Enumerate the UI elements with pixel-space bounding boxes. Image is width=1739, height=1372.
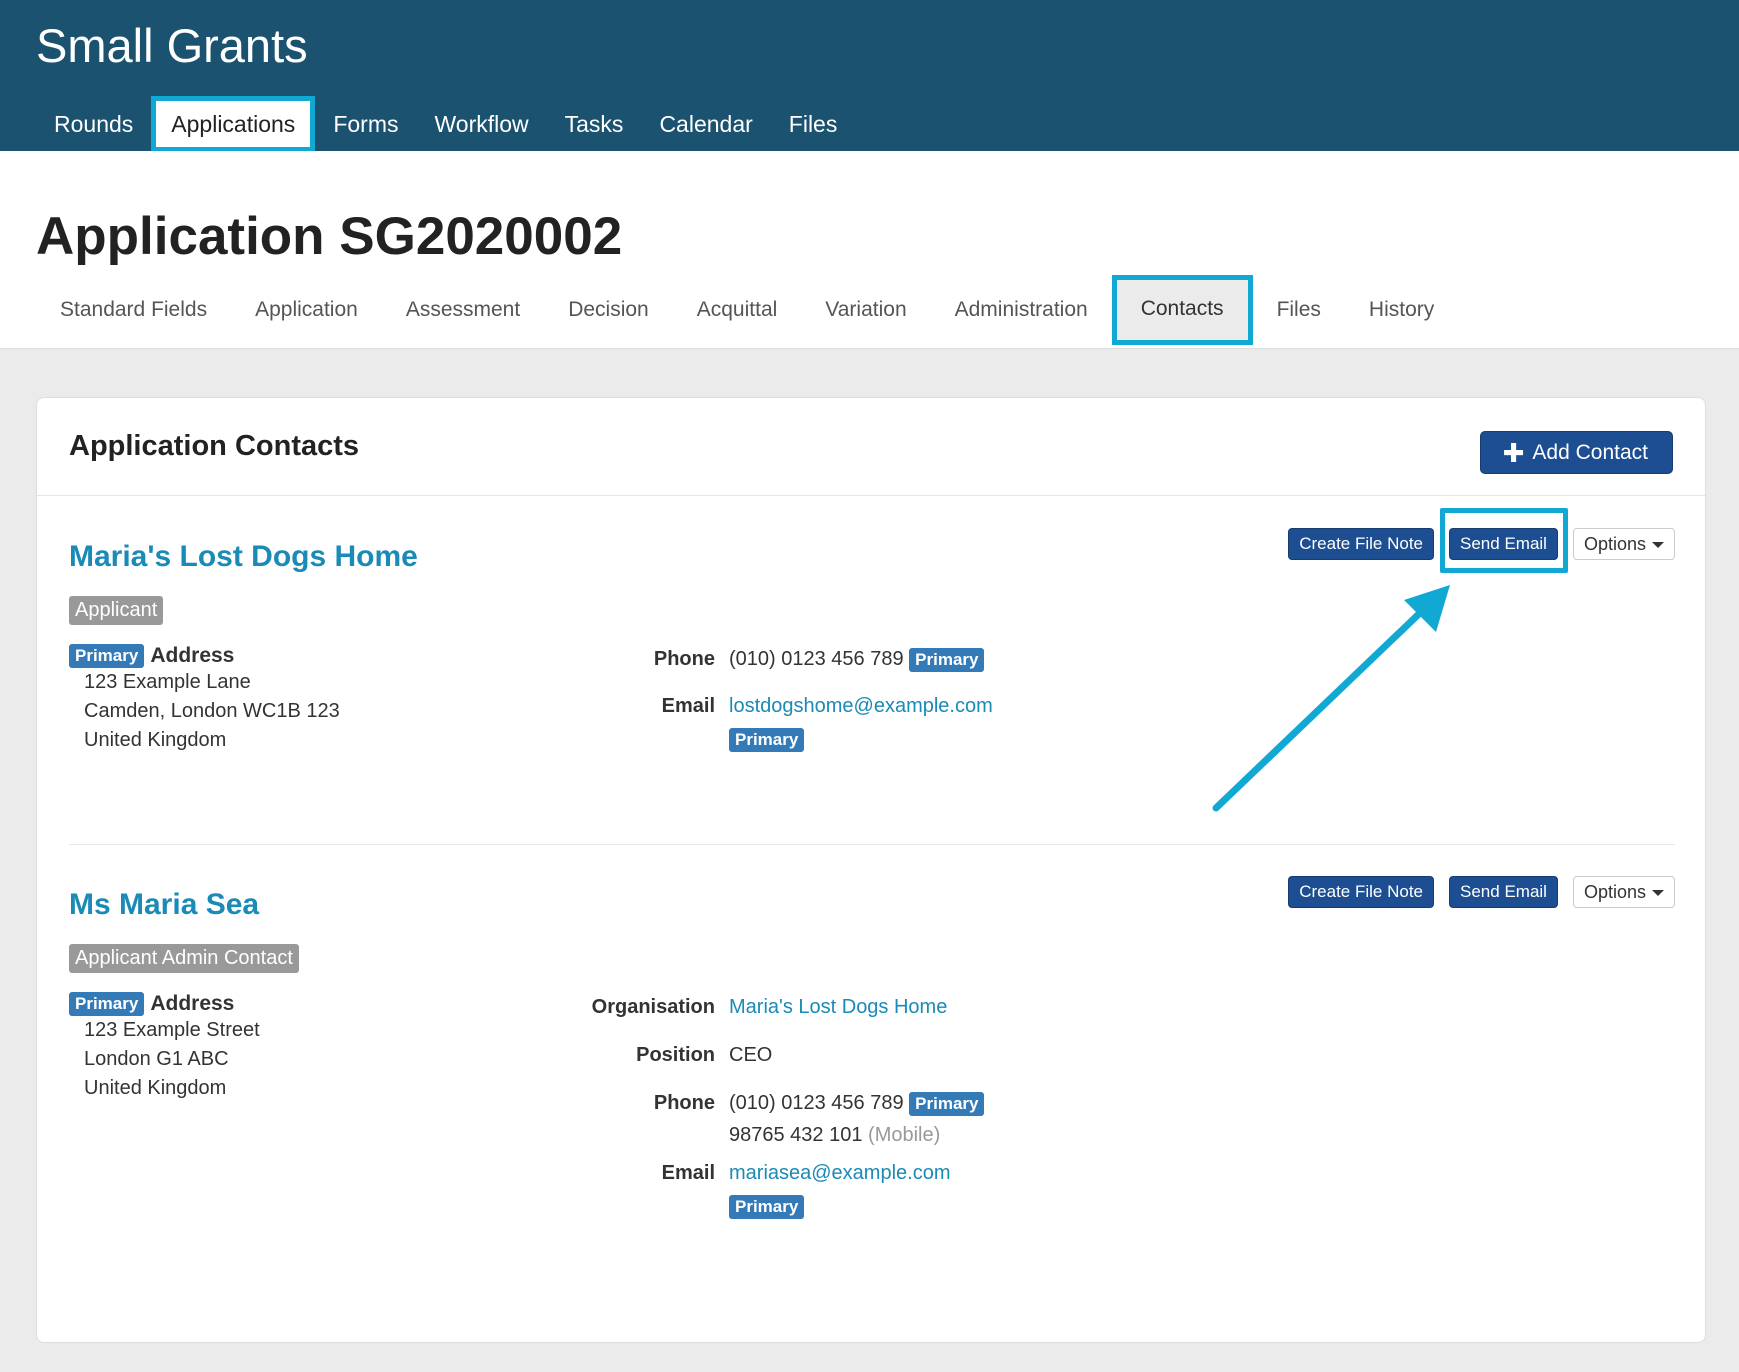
address-block: Primary Address 123 Example Lane Camden,…	[69, 644, 340, 755]
mobile-note: (Mobile)	[868, 1124, 941, 1146]
address-line: London G1 ABC	[84, 1048, 229, 1070]
address-block: Primary Address 123 Example Street Londo…	[69, 992, 260, 1103]
address-line: United Kingdom	[84, 729, 227, 751]
page-header: Application SG2020002 Standard Fields Ap…	[0, 151, 1739, 349]
panel-title: Application Contacts	[69, 430, 360, 462]
primary-badge: Primary	[69, 992, 145, 1016]
send-email-button[interactable]: Send Email	[1449, 528, 1558, 560]
nav-workflow[interactable]: Workflow	[416, 96, 546, 152]
tab-application[interactable]: Application	[231, 279, 382, 349]
email-label: Email	[661, 1162, 715, 1184]
contact-card: Ms Maria Sea Applicant Admin Contact Cre…	[69, 872, 1675, 1312]
add-contact-button[interactable]: ✚ Add Contact	[1479, 431, 1673, 474]
primary-badge: Primary	[909, 648, 985, 672]
address-line: 123 Example Lane	[84, 671, 251, 693]
nav-calendar[interactable]: Calendar	[641, 96, 770, 152]
tab-standard-fields[interactable]: Standard Fields	[36, 279, 231, 349]
nav-files[interactable]: Files	[771, 96, 856, 152]
contact-actions: Create File Note Send Email Options	[1288, 876, 1675, 908]
contacts-panel: Application Contacts ✚ Add Contact Maria…	[36, 397, 1706, 1343]
address-line: Camden, London WC1B 123	[84, 700, 340, 722]
contact-actions: Create File Note Send Email Options	[1288, 528, 1675, 560]
options-label: Options	[1583, 533, 1646, 554]
phone-row: Phone (010) 0123 456 789 Primary 98765 4…	[469, 1092, 985, 1147]
nav-rounds[interactable]: Rounds	[36, 96, 151, 152]
organisation-link[interactable]: Maria's Lost Dogs Home	[729, 996, 947, 1019]
position-label: Position	[636, 1044, 715, 1066]
contact-card: Maria's Lost Dogs Home Applicant Create …	[69, 524, 1675, 844]
tab-assessment[interactable]: Assessment	[382, 279, 544, 349]
address-label: Address	[150, 644, 235, 667]
tab-acquittal[interactable]: Acquittal	[673, 279, 802, 349]
contact-name[interactable]: Maria's Lost Dogs Home	[69, 540, 418, 574]
nav-applications[interactable]: Applications	[151, 96, 316, 152]
options-dropdown[interactable]: Options	[1572, 528, 1675, 560]
nav-forms[interactable]: Forms	[315, 96, 416, 152]
address-line: 123 Example Street	[84, 1019, 260, 1041]
email-row: Email lostdogshome@example.com Primary	[469, 695, 993, 752]
tab-administration[interactable]: Administration	[931, 279, 1112, 349]
email-label: Email	[661, 695, 715, 717]
phone-value: (010) 0123 456 789	[729, 1092, 904, 1114]
page-title: Application SG2020002	[36, 207, 623, 266]
phone-value: (010) 0123 456 789	[729, 648, 904, 670]
organisation-label: Organisation	[591, 996, 715, 1018]
primary-badge: Primary	[909, 1092, 985, 1116]
phone-label: Phone	[653, 1092, 715, 1114]
contact-name[interactable]: Ms Maria Sea	[69, 888, 259, 922]
position-row: Position CEO	[469, 1044, 772, 1067]
caret-down-icon	[1652, 542, 1664, 548]
mobile-value: 98765 432 101	[729, 1124, 863, 1146]
create-file-note-button[interactable]: Create File Note	[1288, 528, 1435, 560]
top-bar: Small Grants Rounds Applications Forms W…	[0, 0, 1739, 152]
tab-files[interactable]: Files	[1253, 279, 1345, 349]
email-link[interactable]: mariasea@example.com	[729, 1162, 951, 1185]
address-line: United Kingdom	[84, 1077, 227, 1099]
tab-history[interactable]: History	[1345, 279, 1458, 349]
position-value: CEO	[729, 1044, 773, 1066]
phone-label: Phone	[653, 648, 715, 670]
app-title: Small Grants	[36, 19, 308, 72]
email-link[interactable]: lostdogshome@example.com	[729, 695, 993, 718]
organisation-row: Organisation Maria's Lost Dogs Home	[469, 996, 948, 1019]
caret-down-icon	[1652, 890, 1664, 896]
phone-row: Phone (010) 0123 456 789 Primary	[469, 648, 985, 672]
options-dropdown[interactable]: Options	[1572, 876, 1675, 908]
address-label: Address	[150, 992, 235, 1015]
application-tabs: Standard Fields Application Assessment D…	[36, 275, 1458, 349]
email-row: Email mariasea@example.com Primary	[469, 1162, 951, 1219]
divider	[69, 844, 1675, 845]
send-email-button[interactable]: Send Email	[1449, 876, 1558, 908]
role-badge: Applicant	[69, 596, 164, 625]
nav-tasks[interactable]: Tasks	[547, 96, 642, 152]
main-nav: Rounds Applications Forms Workflow Tasks…	[36, 96, 855, 152]
tab-variation[interactable]: Variation	[801, 279, 930, 349]
add-contact-label: Add Contact	[1532, 440, 1648, 464]
plus-icon: ✚	[1502, 437, 1525, 468]
primary-badge: Primary	[729, 1195, 805, 1219]
tab-contacts[interactable]: Contacts	[1111, 275, 1253, 345]
tab-decision[interactable]: Decision	[544, 279, 673, 349]
primary-badge: Primary	[729, 728, 805, 752]
role-badge: Applicant Admin Contact	[69, 944, 299, 973]
primary-badge: Primary	[69, 644, 145, 668]
options-label: Options	[1583, 881, 1646, 902]
create-file-note-button[interactable]: Create File Note	[1288, 876, 1435, 908]
panel-header: Application Contacts ✚ Add Contact	[37, 398, 1705, 496]
